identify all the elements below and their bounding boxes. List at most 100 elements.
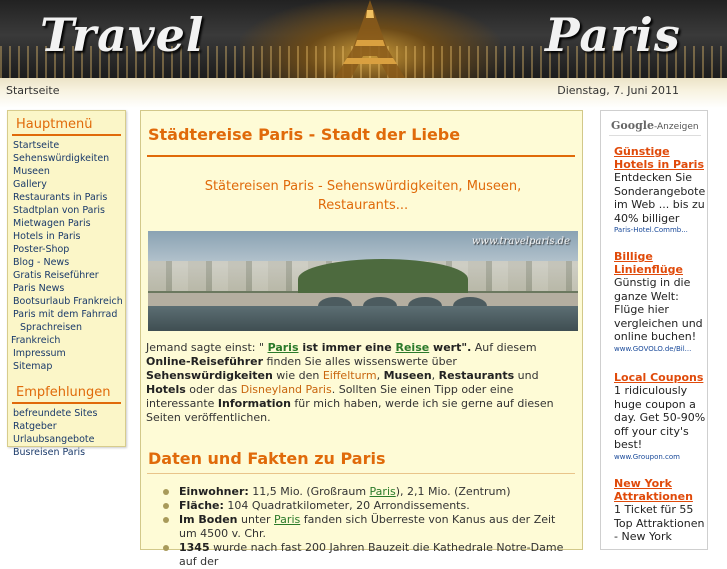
fact-text: wurde nach fast 200 Jahren Bauzeit die K… — [179, 541, 564, 568]
menu-item[interactable]: Bootsurlaub Frankreich — [8, 295, 125, 308]
ad-title[interactable]: Local Coupons — [614, 371, 706, 384]
page-title: Städtereise Paris - Stadt der Liebe — [148, 125, 461, 144]
page-subtitle: Stätereisen Paris - Sehenswürdigkeiten, … — [204, 179, 522, 213]
ad-description: Günstig in die ganze Welt: Flüge hier ve… — [614, 276, 703, 343]
fact-item: Fläche: 104 Quadratkilometer, 20 Arrondi… — [163, 499, 569, 513]
menu-item[interactable]: Blog - News — [8, 256, 125, 269]
sidebar-menu: Hauptmenü Startseite Sehenswürdigkeiten … — [7, 110, 126, 458]
rec-item[interactable]: Busreisen Paris — [8, 446, 125, 459]
ad-description: 1 Ticket für 55 Top Attraktionen - New Y… — [614, 503, 705, 543]
eiffel-tower-icon — [335, 0, 405, 78]
rec-item[interactable]: befreundete Sites — [8, 407, 125, 420]
bullet-icon — [163, 545, 169, 551]
text-bold: wert". — [429, 341, 472, 354]
menu-item[interactable]: Paris News — [8, 282, 125, 295]
logo-paris[interactable]: Paris — [545, 8, 681, 62]
fact-text: unter — [237, 513, 275, 526]
text-bold: Online-Reiseführer — [146, 355, 264, 368]
ad-url[interactable]: www.GOVOLO.de/Bil... — [614, 344, 706, 354]
text-bold: ist immer eine — [298, 341, 396, 354]
logo-travel[interactable]: Travel — [40, 8, 204, 62]
title-divider — [147, 155, 575, 157]
recommendations-list: befreundete Sites Ratgeber Urlaubsangebo… — [8, 407, 125, 459]
recommendations-title: Empfehlungen — [12, 379, 121, 404]
menu-item[interactable]: Mietwagen Paris — [8, 217, 125, 230]
text: wie den — [272, 369, 323, 382]
fact-label: Im Boden — [179, 513, 238, 526]
ads-label: -Anzeigen — [653, 122, 699, 132]
menu-item[interactable]: Sitemap — [8, 360, 125, 373]
ad-description: Entdecken Sie Sonderangebote im Web ... … — [614, 171, 706, 225]
current-date: Dienstag, 7. Juni 2011 — [557, 84, 679, 97]
fact-text: 11,5 Mio. (Großraum — [248, 485, 370, 498]
facts-list: Einwohner: 11,5 Mio. (Großraum Paris), 2… — [163, 485, 569, 569]
fact-item: Einwohner: 11,5 Mio. (Großraum Paris), 2… — [163, 485, 569, 499]
text: Jemand sagte einst: " — [146, 341, 268, 354]
reise-link[interactable]: Reise — [396, 341, 430, 354]
rec-item[interactable]: Ratgeber — [8, 420, 125, 433]
paris-link[interactable]: Paris — [268, 341, 299, 354]
fact-link[interactable]: Paris — [274, 513, 300, 526]
photo-watermark: www.travelparis.de — [471, 236, 570, 247]
ad-item[interactable]: Local Coupons 1 ridiculously huge coupon… — [614, 371, 706, 462]
google-ads-panel: Google-Anzeigen Günstige Hotels in Paris… — [600, 110, 708, 550]
text-bold: Museen — [383, 369, 432, 382]
eiffel-link[interactable]: Eiffelturm — [323, 369, 377, 382]
menu-item-sprachreisen-cont[interactable]: Frankreich — [8, 334, 125, 347]
ad-url[interactable]: Paris-Hotel.Commb... — [614, 225, 706, 235]
menu-item[interactable]: Museen — [8, 165, 125, 178]
header-banner: Travel Paris — [0, 0, 727, 78]
ad-item[interactable]: Günstige Hotels in Paris Entdecken Sie S… — [614, 145, 706, 235]
fact-label: Fläche: — [179, 499, 224, 512]
bullet-icon — [163, 503, 169, 509]
ad-title[interactable]: New York Attraktionen — [614, 477, 706, 503]
ad-title[interactable]: Günstige Hotels in Paris — [614, 145, 706, 171]
text: finden Sie alles wissenswerte über — [263, 355, 457, 368]
facts-title: Daten und Fakten zu Paris — [148, 449, 386, 468]
text-bold: Restaurants — [438, 369, 515, 382]
top-bar: Startseite Dienstag, 7. Juni 2011 — [0, 78, 727, 108]
menu-item[interactable]: Stadtplan von Paris — [8, 204, 125, 217]
bullet-icon — [163, 517, 169, 523]
ad-item[interactable]: New York Attraktionen 1 Ticket für 55 To… — [614, 477, 706, 544]
menu-item[interactable]: Startseite — [8, 139, 125, 152]
text-bold: Information — [217, 397, 291, 410]
ad-description: 1 ridiculously huge coupon a day. Get 50… — [614, 384, 706, 451]
fact-item: Im Boden unter Paris fanden sich Überres… — [163, 513, 569, 541]
facts-divider — [147, 473, 575, 474]
fact-text: ), 2,1 Mio. (Zentrum) — [395, 485, 511, 498]
menu-item[interactable]: Restaurants in Paris — [8, 191, 125, 204]
menu-item[interactable]: Gallery — [8, 178, 125, 191]
paris-photo: www.travelparis.de — [148, 231, 578, 331]
fact-link[interactable]: Paris — [370, 485, 396, 498]
fact-item: 1345 wurde nach fast 200 Jahren Bauzeit … — [163, 541, 569, 569]
main-content: Städtereise Paris - Stadt der Liebe Stät… — [140, 110, 583, 568]
fact-label: 1345 — [179, 541, 210, 554]
text: oder das — [185, 383, 241, 396]
bullet-icon — [163, 489, 169, 495]
disneyland-link[interactable]: Disneyland Paris — [241, 383, 332, 396]
rec-item[interactable]: Urlaubsangebote — [8, 433, 125, 446]
menu-item[interactable]: Impressum — [8, 347, 125, 360]
menu-item[interactable]: Gratis Reiseführer — [8, 269, 125, 282]
main-menu-list: Startseite Sehenswürdigkeiten Museen Gal… — [8, 139, 125, 373]
google-logo: Google — [611, 119, 654, 132]
menu-item[interactable]: Paris mit dem Fahrrad — [8, 308, 125, 321]
menu-item[interactable]: Hotels in Paris — [8, 230, 125, 243]
ad-title[interactable]: Billige Linienflüge — [614, 250, 706, 276]
text: , — [431, 369, 439, 382]
ad-item[interactable]: Billige Linienflüge Günstig in die ganze… — [614, 250, 706, 354]
intro-paragraph: Jemand sagte einst: " Paris ist immer ei… — [146, 341, 576, 425]
text: Auf diesem — [471, 341, 537, 354]
main-menu-title: Hauptmenü — [12, 111, 121, 136]
menu-item-sprachreisen[interactable]: Sprachreisen — [8, 321, 125, 334]
ad-url[interactable]: www.Groupon.com — [614, 452, 706, 462]
text: und — [514, 369, 539, 382]
menu-item[interactable]: Poster-Shop — [8, 243, 125, 256]
photo-water — [148, 306, 578, 331]
text-bold: Hotels — [146, 383, 186, 396]
home-link[interactable]: Startseite — [6, 84, 60, 97]
fact-label: Einwohner: — [179, 485, 249, 498]
google-ads-label[interactable]: Google-Anzeigen — [611, 119, 699, 132]
menu-item[interactable]: Sehenswürdigkeiten — [8, 152, 125, 165]
